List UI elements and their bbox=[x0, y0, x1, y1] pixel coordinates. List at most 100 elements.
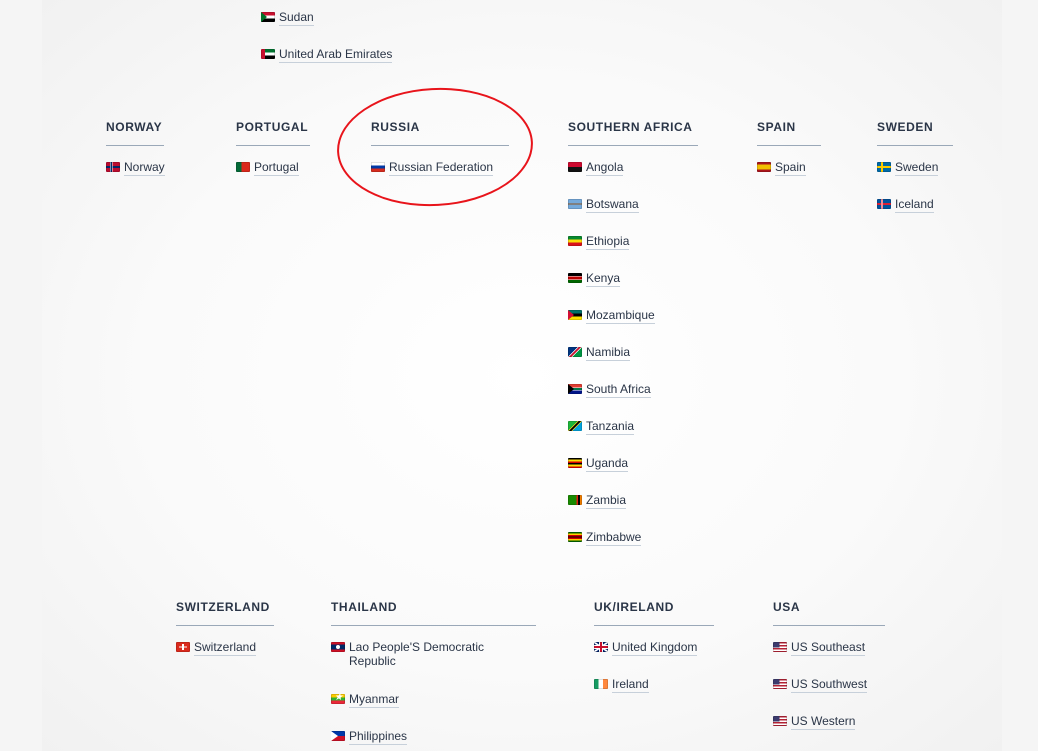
country-label: Lao People'S Democratic Republic bbox=[349, 640, 485, 668]
us-flag-icon bbox=[773, 716, 787, 726]
country-link-us-southwest[interactable]: US Southwest bbox=[773, 677, 868, 693]
country-link-ireland[interactable]: Ireland bbox=[594, 677, 649, 693]
country-link-russian-federation[interactable]: Russian Federation bbox=[371, 160, 494, 176]
zimbabwe-flag-icon bbox=[568, 532, 582, 542]
country-label: Angola bbox=[586, 160, 624, 176]
country-link-tanzania[interactable]: Tanzania bbox=[568, 419, 635, 435]
country-link-botswana[interactable]: Botswana bbox=[568, 197, 639, 213]
country-label: United Arab Emirates bbox=[279, 47, 393, 63]
region-title: SWEDEN bbox=[877, 120, 953, 146]
region-switzerland: SWITZERLAND Switzerland bbox=[176, 600, 274, 656]
country-link-philippines[interactable]: Philippines bbox=[331, 729, 408, 745]
uae-flag-icon bbox=[261, 49, 275, 59]
country-label: South Africa bbox=[586, 382, 651, 398]
region-title: SPAIN bbox=[757, 120, 821, 146]
region-title: SOUTHERN AFRICA bbox=[568, 120, 698, 146]
country-link-us-southeast[interactable]: US Southeast bbox=[773, 640, 866, 656]
country-label: US Southeast bbox=[791, 640, 866, 656]
country-link-spain[interactable]: Spain bbox=[757, 160, 806, 176]
region-title: RUSSIA bbox=[371, 120, 509, 146]
country-link-sweden[interactable]: Sweden bbox=[877, 160, 939, 176]
country-link-angola[interactable]: Angola bbox=[568, 160, 624, 176]
us-flag-icon bbox=[773, 679, 787, 689]
region-title: NORWAY bbox=[106, 120, 164, 146]
region-usa: USA US Southeast US Southwest US Western bbox=[773, 600, 885, 730]
tanzania-flag-icon bbox=[568, 421, 582, 431]
country-label: Zambia bbox=[586, 493, 627, 509]
sweden-flag-icon bbox=[877, 162, 891, 172]
country-label: Switzerland bbox=[194, 640, 257, 656]
country-link-ethiopia[interactable]: Ethiopia bbox=[568, 234, 630, 250]
country-label: US Southwest bbox=[791, 677, 868, 693]
region-southern-africa: SOUTHERN AFRICA Angola Botswana Ethiopia… bbox=[568, 120, 698, 546]
russia-flag-icon bbox=[371, 162, 385, 172]
country-label: US Western bbox=[791, 714, 856, 730]
country-label: Philippines bbox=[349, 729, 408, 745]
region-title: UK/IRELAND bbox=[594, 600, 714, 626]
country-link-united-kingdom[interactable]: United Kingdom bbox=[594, 640, 698, 656]
country-label: Kenya bbox=[586, 271, 621, 287]
myanmar-flag-icon bbox=[331, 691, 345, 705]
uganda-flag-icon bbox=[568, 458, 582, 468]
country-link-laos[interactable]: Lao People'S Democratic Republic bbox=[331, 640, 506, 669]
country-link-norway[interactable]: Norway bbox=[106, 160, 165, 176]
country-link-myanmar[interactable]: Myanmar bbox=[331, 691, 400, 708]
country-link-uganda[interactable]: Uganda bbox=[568, 456, 629, 472]
region-sweden: SWEDEN Sweden Iceland bbox=[877, 120, 953, 213]
region-title: SWITZERLAND bbox=[176, 600, 274, 626]
philippines-flag-icon bbox=[331, 731, 345, 741]
country-label: Mozambique bbox=[586, 308, 655, 324]
region-thailand: THAILAND Lao People'S Democratic Republi… bbox=[331, 600, 536, 745]
portugal-flag-icon bbox=[236, 162, 250, 172]
spain-flag-icon bbox=[757, 162, 771, 172]
country-link-zimbabwe[interactable]: Zimbabwe bbox=[568, 530, 642, 546]
country-label: Iceland bbox=[895, 197, 934, 213]
angola-flag-icon bbox=[568, 162, 582, 172]
country-label: Russian Federation bbox=[389, 160, 494, 176]
country-link-switzerland[interactable]: Switzerland bbox=[176, 640, 257, 656]
country-label: Norway bbox=[124, 160, 165, 176]
country-label: Sweden bbox=[895, 160, 939, 176]
country-label: Myanmar bbox=[349, 692, 400, 708]
zambia-flag-icon bbox=[568, 495, 582, 505]
region-title: THAILAND bbox=[331, 600, 536, 626]
south-africa-flag-icon bbox=[568, 384, 582, 394]
region-spain: SPAIN Spain bbox=[757, 120, 821, 176]
country-label: Portugal bbox=[254, 160, 299, 176]
norway-flag-icon bbox=[106, 162, 120, 172]
ireland-flag-icon bbox=[594, 679, 608, 689]
country-link-south-africa[interactable]: South Africa bbox=[568, 382, 651, 398]
switzerland-flag-icon bbox=[176, 642, 190, 652]
page-background bbox=[42, 0, 1002, 751]
country-link-uae[interactable]: United Arab Emirates bbox=[261, 47, 393, 63]
country-label: Botswana bbox=[586, 197, 639, 213]
us-flag-icon bbox=[773, 642, 787, 652]
country-link-iceland[interactable]: Iceland bbox=[877, 197, 934, 213]
country-link-sudan[interactable]: Sudan bbox=[261, 10, 314, 26]
laos-flag-icon bbox=[331, 642, 345, 652]
country-label: Uganda bbox=[586, 456, 629, 472]
country-link-namibia[interactable]: Namibia bbox=[568, 345, 631, 361]
country-label: Spain bbox=[775, 160, 806, 176]
country-label: Tanzania bbox=[586, 419, 635, 435]
country-label: Namibia bbox=[586, 345, 631, 361]
region-russia: RUSSIA Russian Federation bbox=[371, 120, 509, 176]
botswana-flag-icon bbox=[568, 199, 582, 209]
country-link-portugal[interactable]: Portugal bbox=[236, 160, 299, 176]
country-label: United Kingdom bbox=[612, 640, 698, 656]
country-label: Zimbabwe bbox=[586, 530, 642, 546]
country-link-zambia[interactable]: Zambia bbox=[568, 493, 627, 509]
country-link-kenya[interactable]: Kenya bbox=[568, 271, 621, 287]
kenya-flag-icon bbox=[568, 273, 582, 283]
region-norway: NORWAY Norway bbox=[106, 120, 165, 176]
sudan-flag-icon bbox=[261, 12, 275, 22]
country-link-mozambique[interactable]: Mozambique bbox=[568, 308, 655, 324]
region-uk-ireland: UK/IRELAND United Kingdom Ireland bbox=[594, 600, 714, 693]
ethiopia-flag-icon bbox=[568, 236, 582, 246]
iceland-flag-icon bbox=[877, 199, 891, 209]
region-title: USA bbox=[773, 600, 885, 626]
country-link-us-western[interactable]: US Western bbox=[773, 714, 856, 730]
country-label: Ethiopia bbox=[586, 234, 630, 250]
namibia-flag-icon bbox=[568, 347, 582, 357]
region-title: PORTUGAL bbox=[236, 120, 310, 146]
